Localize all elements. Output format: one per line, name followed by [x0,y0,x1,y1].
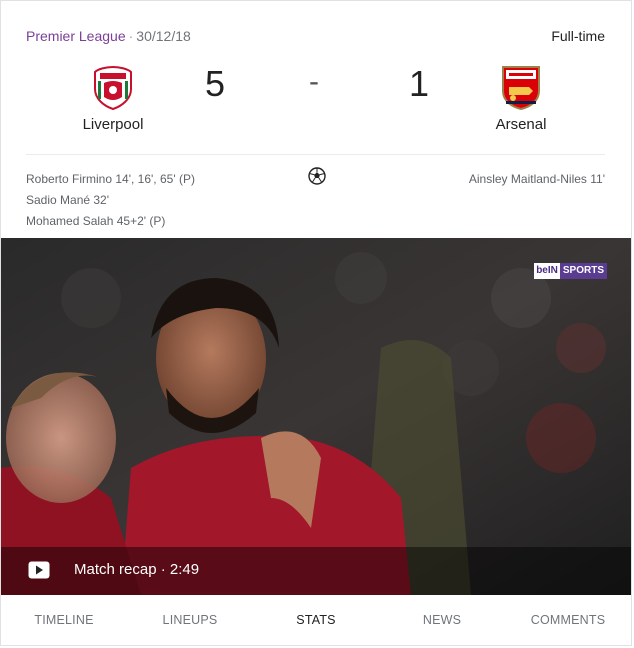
arsenal-crest-icon [502,66,540,111]
tab-comments[interactable]: COMMENTS [505,595,631,645]
play-icon[interactable] [28,561,50,579]
liverpool-crest-icon [94,65,132,111]
soccer-ball-icon [308,167,326,185]
tab-stats[interactable]: STATS [253,595,379,645]
tab-news[interactable]: NEWS [379,595,505,645]
match-header: Premier League · 30/12/18 Full-time [26,28,605,48]
scorer-item: Ainsley Maitland-Niles 11' [468,172,605,186]
score-separator: - [309,65,319,98]
match-status: Full-time [551,28,605,44]
home-team[interactable]: Liverpool [53,63,173,133]
away-scorers: Ainsley Maitland-Niles 11' [469,169,605,190]
video-player[interactable]: beIN SPORTS Match recap · 2:49 [1,238,631,595]
divider [26,154,605,155]
scorer-item: Sadio Mané 32' [26,193,110,207]
scorer-item: Roberto Firmino 14', 16', 65' (P) [26,172,195,186]
scorer-item: Mohamed Salah 45+2' (P) [26,214,166,228]
broadcaster-logo: beIN SPORTS [534,263,607,279]
broadcaster-logo-part2: SPORTS [559,263,607,279]
away-score: 1 [409,63,430,104]
match-card: Premier League · 30/12/18 Full-time Liverp… [0,0,632,646]
tab-timeline[interactable]: TIMELINE [1,595,127,645]
home-scorers: Roberto Firmino 14', 16', 65' (P) Sadio … [26,169,195,232]
broadcaster-logo-part1: beIN [534,263,560,279]
match-date: 30/12/18 [136,28,191,44]
home-team-name: Liverpool [82,116,144,133]
tab-lineups[interactable]: LINEUPS [127,595,253,645]
tab-bar: TIMELINE LINEUPS STATS NEWS COMMENTS [1,595,631,645]
video-thumbnail [1,238,631,595]
league-link[interactable]: Premier League [26,28,126,44]
match-recap-label[interactable]: Match recap · 2:49 [74,561,199,578]
header-separator: · [128,28,134,44]
away-team[interactable]: Arsenal [461,63,581,133]
home-score: 5 [205,63,226,104]
away-team-name: Arsenal [495,116,547,133]
video-caption-bar[interactable]: Match recap · 2:49 [1,547,631,595]
